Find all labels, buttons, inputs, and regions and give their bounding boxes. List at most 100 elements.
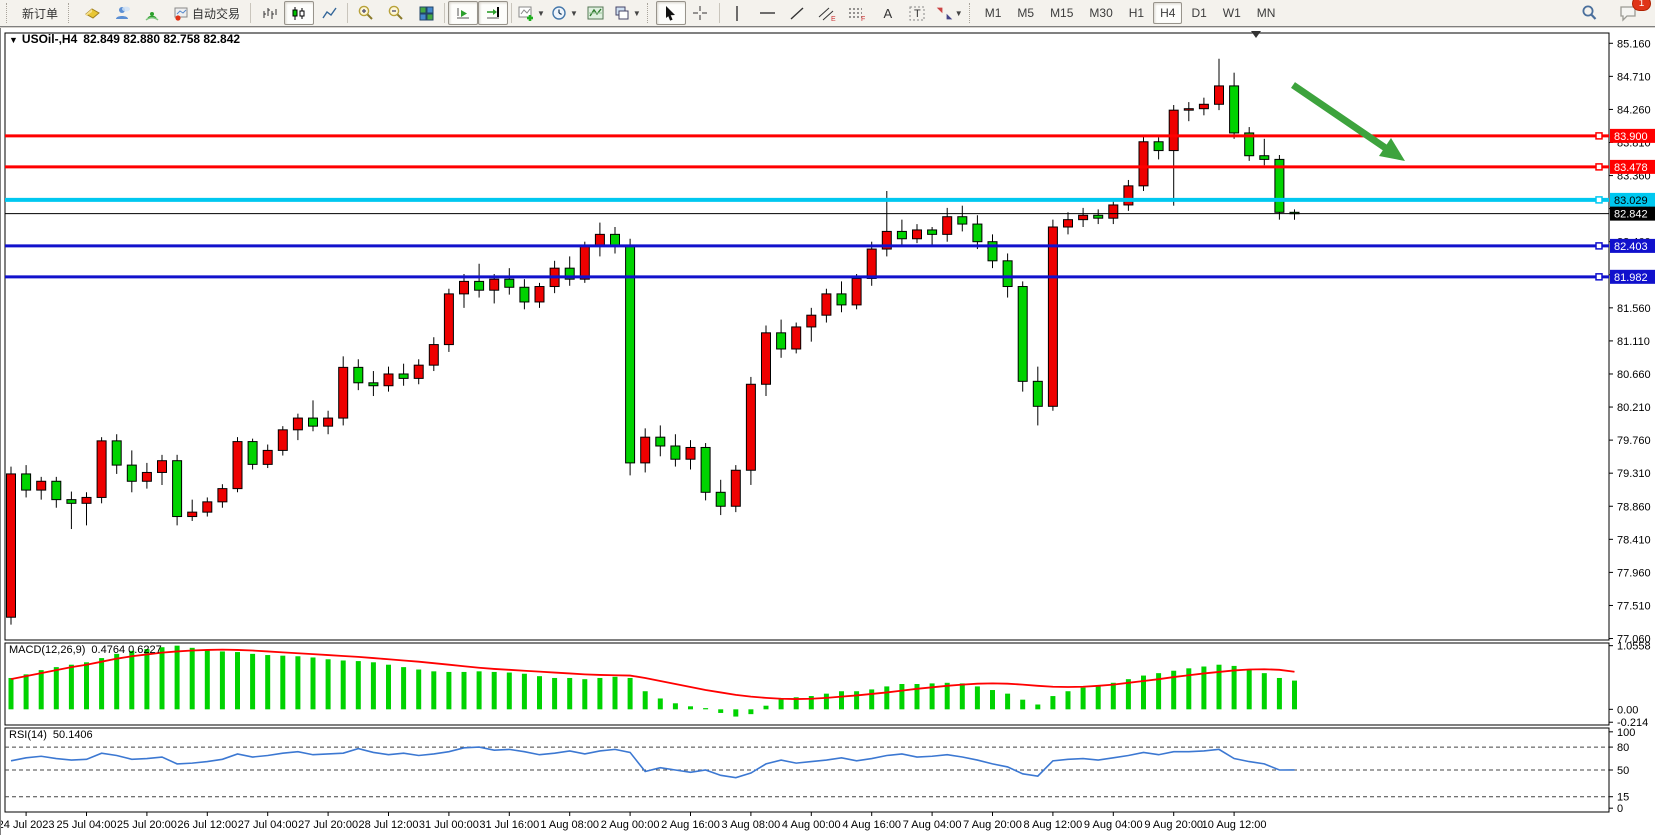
- candlestick-chart-button[interactable]: [284, 1, 314, 25]
- macd-histogram-bar: [1020, 700, 1025, 710]
- notifications-button[interactable]: 1: [1614, 1, 1644, 25]
- svg-text:81.560: 81.560: [1617, 303, 1651, 315]
- trendline-icon: [789, 5, 806, 22]
- timeframe-d1[interactable]: D1: [1184, 2, 1213, 24]
- timeframe-m1[interactable]: M1: [978, 2, 1009, 24]
- text-label-button[interactable]: T: [903, 1, 933, 25]
- macd-histogram-bar: [295, 656, 300, 709]
- toolbar: 新订单 自动交易 ▼ ▼ ▼ E F A T ▼ M1M5M15M30H1H4D…: [0, 0, 1655, 27]
- crosshair-button[interactable]: [686, 1, 716, 25]
- time-axis[interactable]: 24 Jul 202325 Jul 04:0025 Jul 20:0026 Ju…: [1, 812, 1267, 831]
- search-button[interactable]: [1574, 1, 1604, 25]
- candle: [746, 384, 755, 470]
- candlestick-chart-icon: [291, 5, 308, 22]
- macd-histogram-bar: [1081, 688, 1086, 710]
- svg-text:100: 100: [1617, 727, 1635, 739]
- candle: [897, 231, 906, 238]
- svg-text:81.982: 81.982: [1614, 272, 1648, 284]
- line-anchor-marker[interactable]: [1596, 164, 1602, 170]
- timeframe-m30[interactable]: M30: [1082, 2, 1119, 24]
- candle: [263, 450, 272, 464]
- signals-button[interactable]: [137, 1, 167, 25]
- auto-scroll-button[interactable]: [448, 1, 478, 25]
- timeframe-h1[interactable]: H1: [1122, 2, 1151, 24]
- timeframe-m15[interactable]: M15: [1043, 2, 1080, 24]
- time-axis-label: 2 Aug 16:00: [661, 819, 720, 831]
- ohlc-values: 82.849 82.880 82.758 82.842: [83, 32, 240, 46]
- time-axis-label: 9 Aug 04:00: [1084, 819, 1143, 831]
- macd-histogram-bar: [446, 672, 451, 709]
- svg-text:0.00: 0.00: [1617, 704, 1638, 716]
- candle: [444, 294, 453, 345]
- line-anchor-marker[interactable]: [1596, 133, 1602, 139]
- timeframe-m5[interactable]: M5: [1010, 2, 1041, 24]
- candle: [22, 474, 31, 490]
- line-anchor-marker[interactable]: [1596, 274, 1602, 280]
- line-anchor-marker[interactable]: [1596, 197, 1602, 203]
- macd-histogram-bar: [975, 686, 980, 709]
- macd-histogram-bar: [522, 674, 527, 710]
- text-label-icon: T: [908, 5, 927, 22]
- candle: [505, 279, 514, 287]
- chart-panes[interactable]: [5, 33, 1609, 812]
- candle: [1003, 261, 1012, 287]
- symbol-period-label: USOil-,H4: [22, 32, 77, 46]
- macd-histogram-bar: [1232, 666, 1237, 709]
- toolbar-drag-handle[interactable]: [969, 3, 975, 23]
- macd-histogram-bar: [688, 706, 693, 709]
- time-axis-label: 3 Aug 08:00: [722, 819, 781, 831]
- templates-button[interactable]: [581, 1, 611, 25]
- community-button[interactable]: [107, 1, 137, 25]
- equidistant-channel-button[interactable]: E: [813, 1, 843, 25]
- separator: [719, 3, 720, 23]
- vertical-line-button[interactable]: [723, 1, 753, 25]
- time-axis-label: 4 Aug 00:00: [782, 819, 841, 831]
- svg-text:84.710: 84.710: [1617, 71, 1651, 83]
- candle: [309, 418, 318, 426]
- svg-text:1.0558: 1.0558: [1617, 641, 1651, 653]
- metaeditor-button[interactable]: [77, 1, 107, 25]
- separator: [511, 3, 512, 23]
- macd-histogram-bar: [356, 661, 361, 709]
- tile-windows-button[interactable]: [411, 1, 441, 25]
- bar-chart-button[interactable]: [254, 1, 284, 25]
- line-chart-button[interactable]: [314, 1, 344, 25]
- symbol-dropdown-icon[interactable]: ▼: [9, 35, 18, 45]
- zoom-in-button[interactable]: [351, 1, 381, 25]
- timeframe-h4[interactable]: H4: [1153, 2, 1182, 24]
- horizontal-line-button[interactable]: [753, 1, 783, 25]
- macd-histogram-bar: [764, 706, 769, 710]
- auto-trading-button[interactable]: 自动交易: [167, 1, 247, 25]
- cursor-button[interactable]: [656, 1, 686, 25]
- candle: [580, 246, 589, 279]
- period-clock-button[interactable]: ▼: [548, 1, 581, 25]
- svg-text:E: E: [831, 16, 836, 22]
- macd-histogram-bar: [960, 683, 965, 709]
- window-list-button[interactable]: ▼: [611, 1, 644, 25]
- chart-canvas[interactable]: 85.16084.71084.26083.81083.36082.91082.4…: [1, 28, 1655, 835]
- bar-chart-icon: [261, 5, 278, 22]
- rsi-name: RSI(14): [9, 729, 47, 741]
- timeframe-w1[interactable]: W1: [1216, 2, 1248, 24]
- timeframe-mn[interactable]: MN: [1250, 2, 1283, 24]
- arrows-button[interactable]: ▼: [933, 1, 966, 25]
- zoom-out-button[interactable]: [381, 1, 411, 25]
- candle: [429, 345, 438, 366]
- chart-window[interactable]: 85.16084.71084.26083.81083.36082.91082.4…: [0, 28, 1655, 835]
- new-chart-button[interactable]: ▼: [515, 1, 548, 25]
- time-axis-label: 28 Jul 12:00: [359, 819, 419, 831]
- candle: [686, 447, 695, 459]
- trendline-button[interactable]: [783, 1, 813, 25]
- toolbar-drag-handle[interactable]: [68, 3, 74, 23]
- line-anchor-marker[interactable]: [1596, 243, 1602, 249]
- new-order-button[interactable]: 新订单: [15, 1, 65, 25]
- arrows-icon: [936, 5, 953, 22]
- text-button[interactable]: A: [873, 1, 903, 25]
- toolbar-drag-handle[interactable]: [647, 3, 653, 23]
- toolbar-drag-handle[interactable]: [6, 3, 12, 23]
- svg-text:83.478: 83.478: [1614, 162, 1648, 174]
- fibonacci-button[interactable]: F: [843, 1, 873, 25]
- chart-shift-button[interactable]: [478, 1, 508, 25]
- time-axis-label: 25 Jul 20:00: [117, 819, 177, 831]
- time-axis-label: 27 Jul 20:00: [298, 819, 358, 831]
